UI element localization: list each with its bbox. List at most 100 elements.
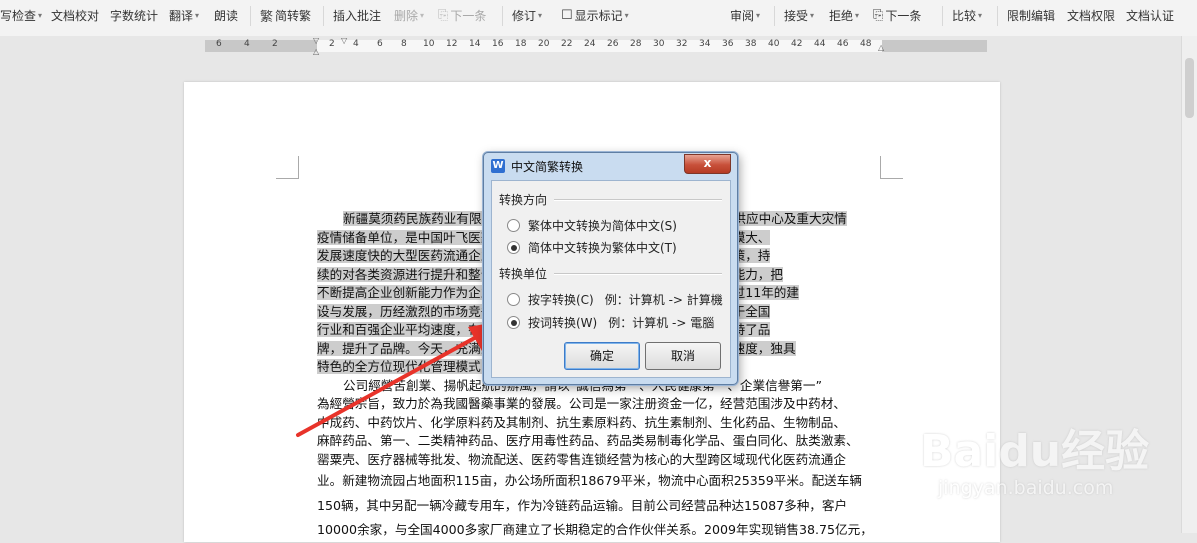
- doc-certify-button[interactable]: 文档认证: [1126, 0, 1174, 30]
- convert-icon: 繁: [260, 9, 274, 25]
- radio-button[interactable]: [507, 219, 520, 232]
- restrict-edit-label: 限制编辑: [1007, 8, 1056, 23]
- ruler-number: 48: [860, 39, 872, 49]
- toolbar-divider: [774, 6, 775, 26]
- read-aloud-button[interactable]: 朗读: [214, 0, 238, 30]
- radio-by-word[interactable]: 按词转换(W) 例：计算机 -> 電腦: [507, 314, 714, 331]
- convert-button[interactable]: 繁简转繁: [260, 0, 311, 30]
- ruler-number: 12: [446, 39, 458, 49]
- ruler-number: 6: [377, 39, 383, 49]
- dialog-title: 中文简繁转换: [511, 160, 584, 174]
- cancel-label: 取消: [670, 349, 695, 363]
- group-divider: [554, 199, 722, 201]
- radio-example: 例：计算机 -> 電腦: [608, 316, 715, 330]
- ruler-number: 4: [353, 39, 359, 49]
- vertical-scrollbar[interactable]: [1181, 36, 1197, 533]
- convert-label: 简转繁: [275, 8, 312, 23]
- next-change-button[interactable]: ⎘ 下一条: [873, 0, 921, 30]
- ruler-number: 14: [469, 39, 481, 49]
- accept-label: 接受: [784, 8, 809, 23]
- insert-comment-button[interactable]: 插入批注: [333, 0, 381, 30]
- chevron-down-icon: ▾: [624, 10, 629, 20]
- paragraph-text: 业。新建物流园占地面积115亩，办公场所面积18679平米，物流中心面积2535…: [317, 473, 862, 488]
- doc-permission-button[interactable]: 文档权限: [1067, 0, 1115, 30]
- radio-label: 繁体中文转换为简体中文(S): [528, 219, 677, 233]
- read-aloud-label: 朗读: [214, 8, 239, 23]
- chevron-down-icon: ▾: [420, 10, 425, 20]
- ruler-number: 18: [515, 39, 527, 49]
- ruler-number: 40: [768, 39, 780, 49]
- next-comment-icon: ⎘: [438, 7, 449, 23]
- ruler-number: 2: [329, 39, 335, 49]
- document-line: 罂粟壳、医疗器械等批发、物流配送、医药零售连锁经营为核心的大型跨区域现代化医药流…: [317, 451, 881, 470]
- next-change-icon: ⎘: [873, 7, 884, 23]
- ruler-right-margin: [882, 40, 987, 52]
- reject-label: 拒绝: [829, 8, 854, 23]
- ruler-number: 26: [607, 39, 619, 49]
- next-comment-button[interactable]: ⎘ 下一条: [438, 0, 486, 30]
- review-toolbar: 写检查 ▾ 文档校对 字数统计 翻译 ▾ 朗读 繁简转繁 插入批注 删除 ▾ ⎘ 下一条…: [0, 0, 1197, 37]
- margin-corner-top-right: [880, 156, 903, 179]
- review-label: 审阅: [730, 8, 755, 23]
- ruler-number: 16: [492, 39, 504, 49]
- unit-group-title: 转换单位: [499, 267, 548, 281]
- ruler-number: 38: [745, 39, 757, 49]
- cancel-button[interactable]: 取消: [645, 342, 721, 370]
- doc-proofread-button[interactable]: 文档校对: [51, 0, 99, 30]
- toolbar-divider: [942, 6, 943, 26]
- spell-check-button[interactable]: 写检查 ▾: [0, 0, 42, 30]
- first-line-indent-marker[interactable]: ▽: [313, 36, 319, 45]
- margin-corner-top-left: [276, 156, 299, 179]
- translate-button[interactable]: 翻译 ▾: [169, 0, 199, 30]
- revise-label: 修订: [512, 8, 537, 23]
- delete-comment-button[interactable]: 删除 ▾: [394, 0, 424, 30]
- ruler-number: 34: [699, 39, 711, 49]
- accept-button[interactable]: 接受 ▾: [784, 0, 814, 30]
- ruler-number: 28: [630, 39, 642, 49]
- next-change-label: 下一条: [885, 8, 922, 23]
- radio-by-char[interactable]: 按字转换(C) 例：计算机 -> 計算機: [507, 291, 723, 308]
- revise-button[interactable]: 修订 ▾: [512, 0, 542, 30]
- word-count-button[interactable]: 字数统计: [110, 0, 158, 30]
- radio-button-selected[interactable]: [507, 241, 520, 254]
- review-button[interactable]: 审阅 ▾: [730, 0, 760, 30]
- ruler-number: 10: [423, 39, 435, 49]
- ruler-number: 42: [791, 39, 803, 49]
- ruler-number: 30: [653, 39, 665, 49]
- restrict-edit-button[interactable]: 限制编辑: [1007, 0, 1055, 30]
- delete-label: 删除: [394, 8, 419, 23]
- show-markup-button[interactable]: ☐ 显示标记 ▾: [561, 0, 629, 30]
- horizontal-ruler[interactable]: 6 4 2 2 4 6 8 10 12 14 16 18 20 22 24 26…: [0, 36, 1197, 58]
- radio-button-selected[interactable]: [507, 316, 520, 329]
- chevron-down-icon: ▾: [38, 10, 43, 20]
- watermark-url: jingyan.baidu.com: [938, 477, 1114, 499]
- baidu-watermark: Baidu经验 jingyan.baidu.com: [920, 415, 1180, 525]
- radio-button[interactable]: [507, 293, 520, 306]
- radio-trad-to-simp[interactable]: 繁体中文转换为简体中文(S): [507, 217, 677, 234]
- ruler-number: 24: [584, 39, 596, 49]
- ruler-number: 2: [272, 39, 278, 49]
- paragraph-text: 10000余家，与全国4000多家厂商建立了长期稳定的合作伙伴关系。2009年实…: [317, 522, 873, 537]
- ruler-number: 6: [216, 39, 222, 49]
- ruler-number: 8: [401, 39, 407, 49]
- doc-proofread-label: 文档校对: [51, 8, 100, 23]
- tab-marker[interactable]: ▽: [341, 36, 347, 45]
- ok-button[interactable]: 确定: [564, 342, 640, 370]
- close-button[interactable]: x: [684, 154, 731, 174]
- hanging-indent-marker[interactable]: △: [313, 47, 319, 56]
- paragraph-text: 罂粟壳、医疗器械等批发、物流配送、医药零售连锁经营为核心的大型跨区域现代化医药流…: [317, 451, 846, 467]
- group-divider: [554, 273, 722, 275]
- radio-simp-to-trad[interactable]: 简体中文转换为繁体中文(T): [507, 239, 677, 256]
- reject-button[interactable]: 拒绝 ▾: [829, 0, 859, 30]
- right-indent-marker[interactable]: △: [878, 43, 884, 52]
- dialog-titlebar[interactable]: W 中文简繁转换 x: [484, 153, 737, 179]
- ruler-number: 22: [561, 39, 573, 49]
- compare-button[interactable]: 比较 ▾: [952, 0, 982, 30]
- direction-group-title: 转换方向: [499, 193, 548, 207]
- toolbar-divider: [323, 6, 324, 26]
- ruler-number: 44: [814, 39, 826, 49]
- document-line: 150辆，其中另配一辆冷藏专用车，作为冷链药品运输。目前公司经营品种达15087…: [317, 494, 881, 519]
- toolbar-divider: [502, 6, 503, 26]
- scrollbar-thumb[interactable]: [1185, 58, 1194, 118]
- chevron-down-icon: ▾: [978, 10, 983, 20]
